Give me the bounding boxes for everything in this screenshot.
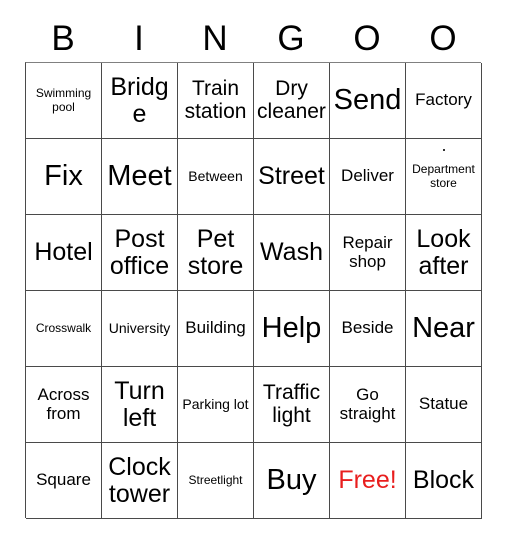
bingo-cell[interactable]: Traffic light (254, 367, 330, 443)
bingo-header-letter-2: N (202, 18, 228, 58)
bingo-cell[interactable]: Go straight (330, 367, 406, 443)
bingo-cell-label: Block (412, 466, 475, 495)
bingo-card: BINGOO Swimming pool Bridge Train station D… (0, 0, 506, 544)
bingo-cell[interactable]: Meet (102, 139, 178, 215)
bingo-header-row: BINGOO (25, 14, 481, 62)
bingo-cell-label: Hotel (34, 238, 93, 267)
bingo-cell-label: Statue (418, 394, 469, 414)
bingo-cell[interactable]: Near (406, 291, 482, 367)
bingo-cell-label: Traffic light (262, 380, 321, 427)
bingo-cell-label: Pet store (187, 225, 244, 280)
bingo-cell-label: Across from (37, 384, 90, 423)
bingo-cell-label: Bridge (110, 73, 169, 128)
bingo-cell-label: Clock tower (108, 453, 171, 508)
bingo-cell[interactable]: Post office (102, 215, 178, 291)
bingo-cell-label: Factory (415, 90, 472, 110)
bingo-cell-label: Street (258, 162, 325, 191)
bingo-cell-label: Beside (341, 318, 394, 338)
bingo-cell-label: Help (261, 311, 322, 344)
bingo-cell[interactable]: Square (26, 443, 102, 519)
bingo-cell[interactable]: Send (330, 63, 406, 139)
bingo-cell-label: Parking lot (182, 395, 249, 412)
bingo-cell-label: Turn left (114, 377, 165, 432)
bingo-cell[interactable]: Statue (406, 367, 482, 443)
bingo-grid: Swimming pool Bridge Train station Dry clea… (25, 62, 482, 519)
bingo-cell[interactable]: Buy (254, 443, 330, 519)
bingo-cell-label: Crosswalk (35, 320, 92, 335)
bingo-cell[interactable]: Factory (406, 63, 482, 139)
bingo-cell-label: University (108, 319, 171, 336)
bingo-cell[interactable]: Department store (406, 139, 482, 215)
bingo-header-letter-5: O (429, 18, 457, 58)
bingo-cell[interactable]: Hotel (26, 215, 102, 291)
bingo-cell-label: Buy (266, 463, 317, 496)
bingo-cell-label: Send (333, 83, 402, 116)
bingo-cell[interactable]: Help (254, 291, 330, 367)
bingo-cell[interactable]: Across from (26, 367, 102, 443)
stray-dot-mark (442, 149, 445, 151)
bingo-cell[interactable]: Dry cleaner (254, 63, 330, 139)
bingo-cell[interactable]: Building (178, 291, 254, 367)
bingo-cell-label: Building (185, 318, 246, 338)
bingo-cell[interactable]: Parking lot (178, 367, 254, 443)
bingo-cell[interactable]: Beside (330, 291, 406, 367)
bingo-cell[interactable]: Bridge (102, 63, 178, 139)
bingo-cell[interactable]: Look after (406, 215, 482, 291)
bingo-cell-label: Swimming pool (35, 85, 92, 114)
bingo-cell-label: Deliver (341, 166, 394, 186)
bingo-cell[interactable]: Crosswalk (26, 291, 102, 367)
bingo-cell-label: Between (188, 167, 243, 184)
bingo-cell-label: Streetlight (188, 472, 243, 487)
bingo-cell[interactable]: Fix (26, 139, 102, 215)
bingo-cell-label: Look after (416, 225, 471, 280)
bingo-cell[interactable]: Pet store (178, 215, 254, 291)
bingo-cell-label: Wash (260, 238, 323, 267)
bingo-cell-label: Square (36, 470, 91, 490)
bingo-header-letter-3: G (277, 18, 305, 58)
bingo-header-letter-0: B (51, 18, 75, 58)
bingo-cell-label: Train station (184, 76, 247, 123)
bingo-cell-label: Post office (109, 225, 170, 280)
bingo-cell[interactable]: Turn left (102, 367, 178, 443)
bingo-cell-label: Go straight (339, 384, 396, 423)
bingo-cell[interactable]: University (102, 291, 178, 367)
bingo-cell-label: Department store (412, 161, 475, 190)
bingo-cell-label: Free! (338, 466, 397, 495)
bingo-cell[interactable]: Clock tower (102, 443, 178, 519)
bingo-cell-label: Meet (107, 159, 172, 192)
bingo-cell-label: Repair shop (342, 232, 393, 271)
bingo-cell-label: Near (412, 311, 475, 344)
bingo-header-letter-4: O (353, 18, 381, 58)
bingo-cell[interactable]: Streetlight (178, 443, 254, 519)
bingo-cell-label: Fix (44, 159, 83, 192)
bingo-cell[interactable]: Between (178, 139, 254, 215)
bingo-cell[interactable]: Wash (254, 215, 330, 291)
bingo-cell-label: Dry cleaner (257, 76, 326, 123)
bingo-free-cell[interactable]: Free! (330, 443, 406, 519)
bingo-cell[interactable]: Train station (178, 63, 254, 139)
bingo-cell[interactable]: Swimming pool (26, 63, 102, 139)
bingo-cell[interactable]: Repair shop (330, 215, 406, 291)
bingo-cell[interactable]: Block (406, 443, 482, 519)
bingo-header-letter-1: I (134, 18, 144, 58)
bingo-cell[interactable]: Deliver (330, 139, 406, 215)
bingo-cell[interactable]: Street (254, 139, 330, 215)
